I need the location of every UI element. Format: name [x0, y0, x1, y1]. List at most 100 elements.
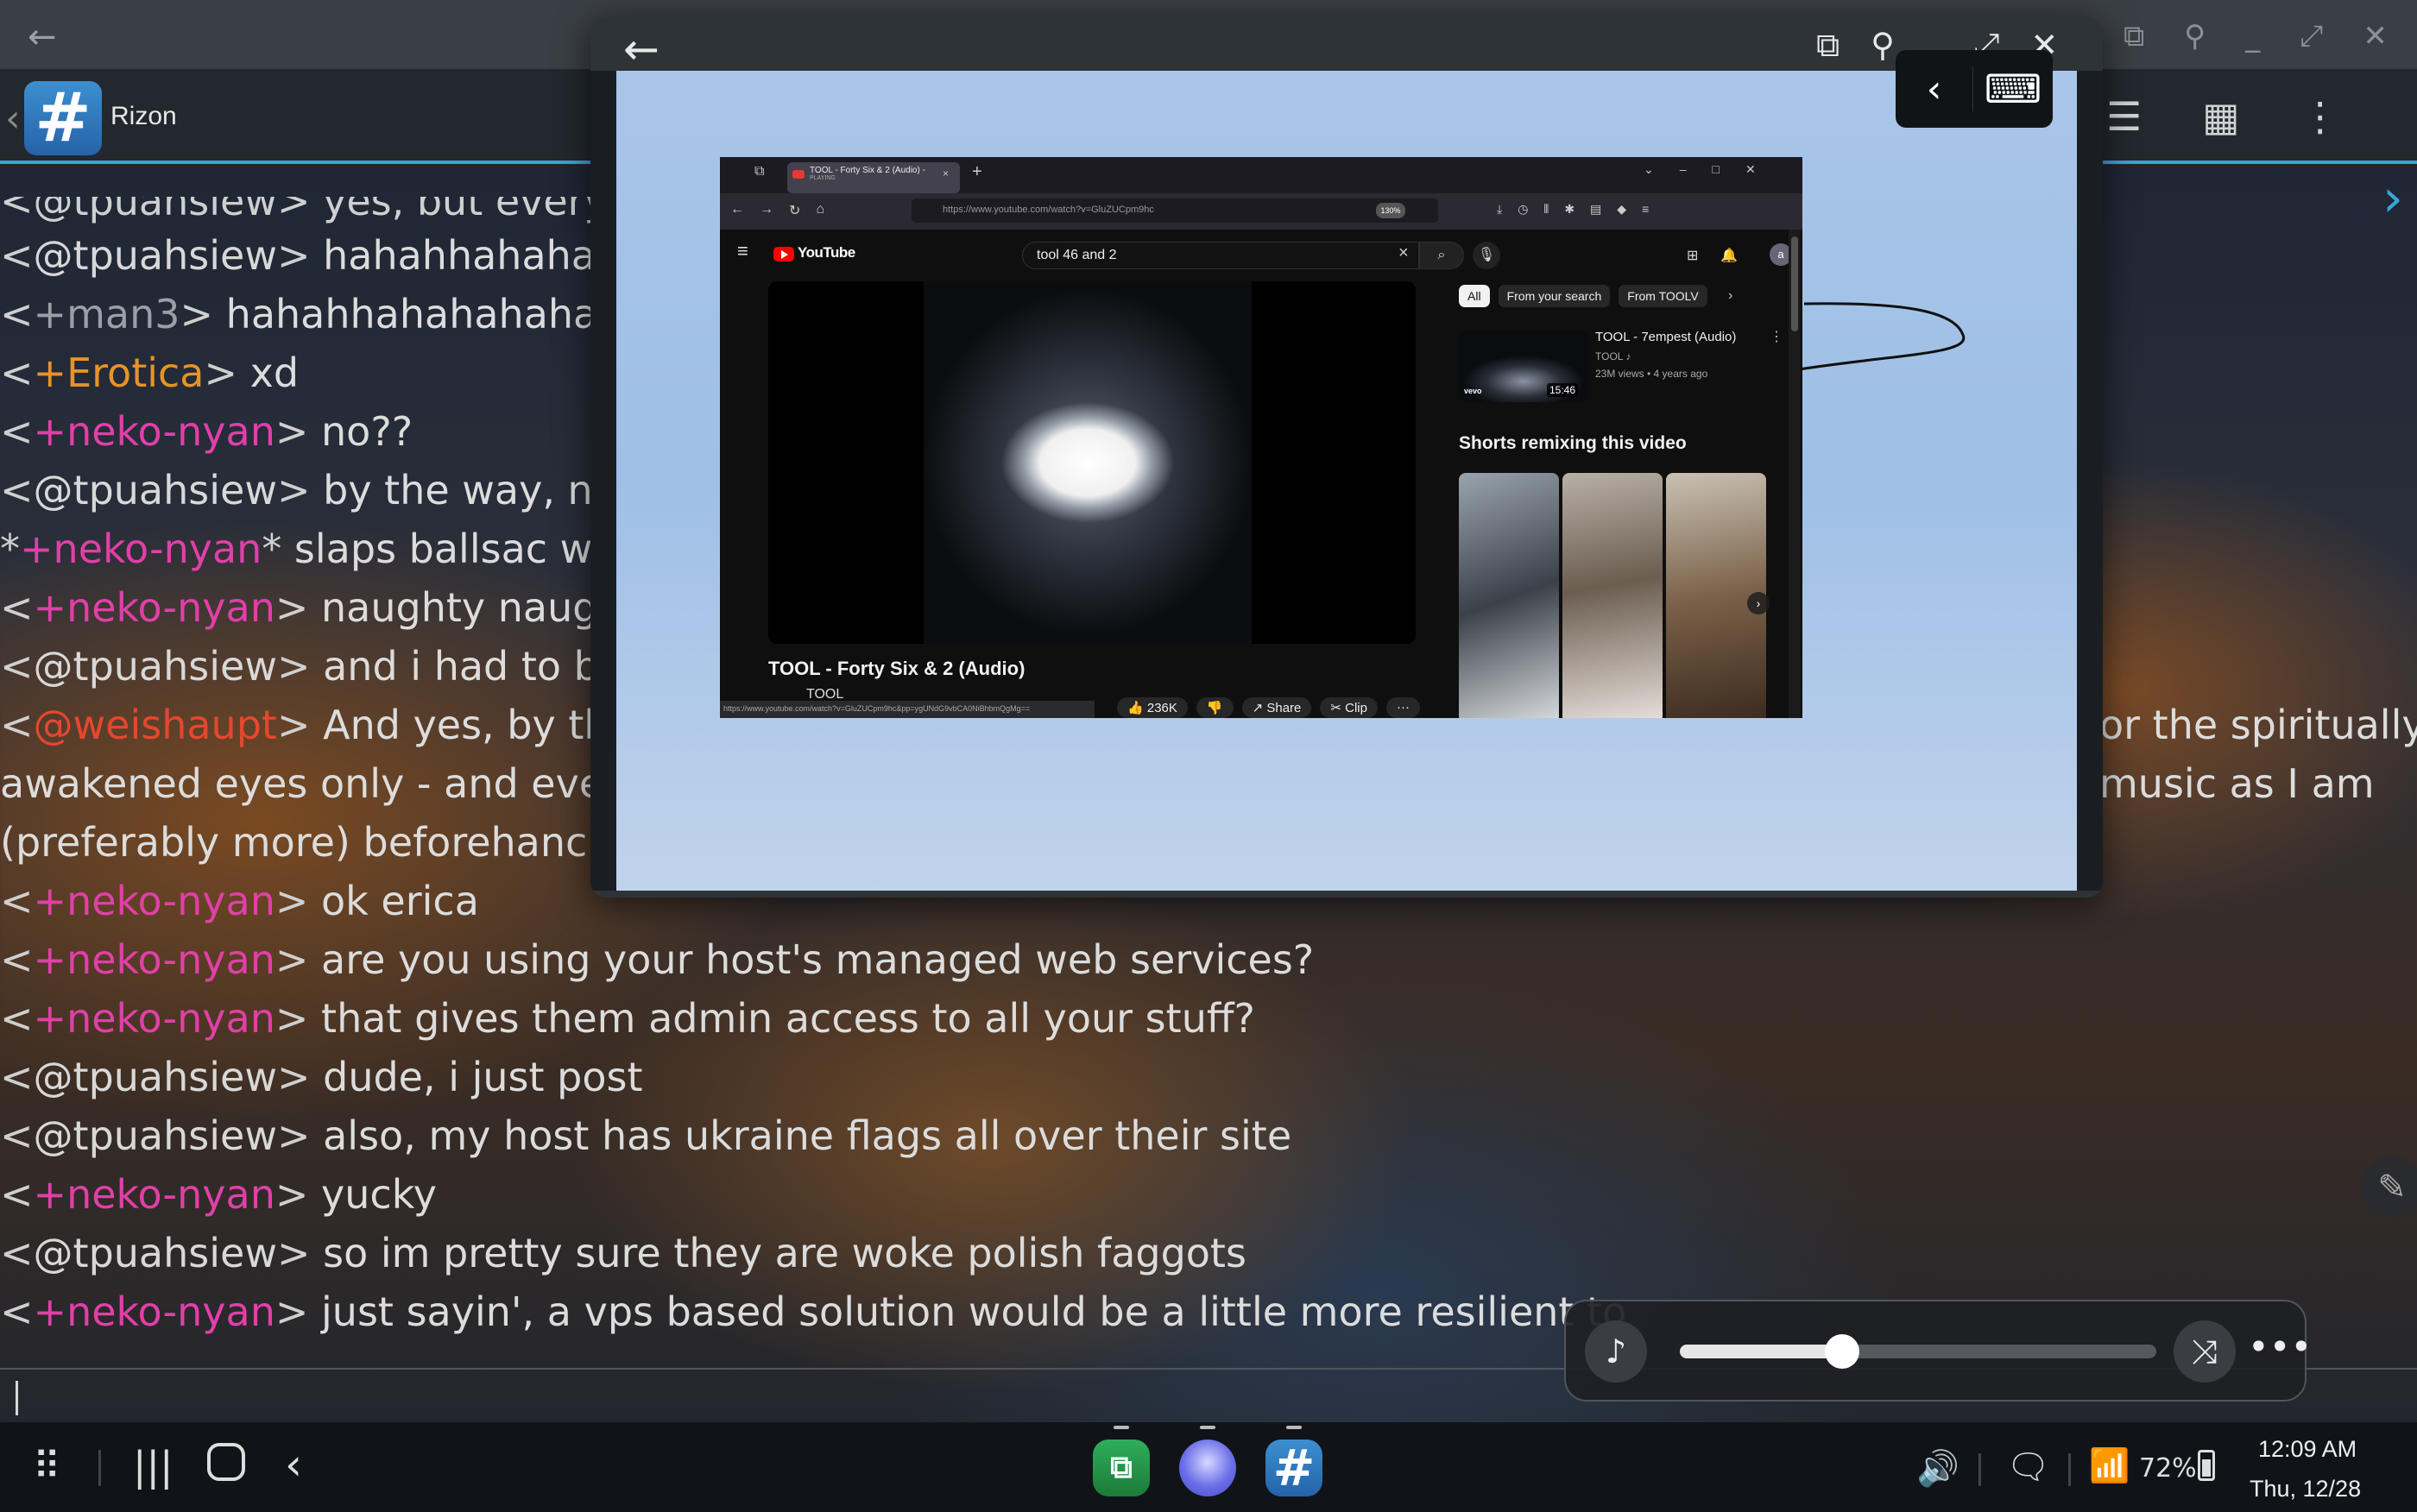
browser-tab[interactable]: TOOL - Forty Six & 2 (Audio) - PLAYING ×: [787, 162, 960, 193]
youtube-logo-icon[interactable]: [773, 247, 794, 261]
nickname[interactable]: +neko-nyan: [34, 936, 275, 983]
nickname[interactable]: @tpuahsiew: [34, 643, 277, 690]
nickname[interactable]: +neko-nyan: [34, 878, 275, 924]
pencil-icon[interactable]: ✎: [2361, 1156, 2417, 1219]
speaker-icon[interactable]: 🔊: [1916, 1448, 1959, 1489]
nick-bracket: >: [275, 936, 309, 983]
short-thumbnail[interactable]: [1562, 473, 1663, 718]
volume-slider-thumb[interactable]: [1825, 1334, 1859, 1369]
remote-toolbar: ‹ ⌨: [1896, 50, 2053, 128]
home-icon[interactable]: ⌂: [816, 202, 824, 219]
arrow-left-icon[interactable]: ←: [623, 24, 659, 74]
browser-app-icon[interactable]: [1179, 1440, 1236, 1496]
chevron-right-icon[interactable]: ›: [1747, 592, 1770, 614]
close-tab-icon[interactable]: ×: [943, 167, 949, 180]
nickname[interactable]: @tpuahsiew: [34, 1054, 277, 1100]
tab-overview-icon[interactable]: ⧉: [754, 164, 764, 180]
hashtag-icon[interactable]: #: [1265, 1440, 1322, 1496]
screenshot-icon[interactable]: ⧉: [1816, 26, 1840, 65]
microphone-icon[interactable]: 🎙: [1473, 242, 1500, 269]
maximize-icon[interactable]: ⤢: [2300, 19, 2323, 54]
nickname[interactable]: +neko-nyan: [34, 1171, 275, 1218]
create-icon[interactable]: ⊞: [1687, 247, 1698, 264]
nickname[interactable]: +man3: [34, 291, 180, 337]
filter-chip[interactable]: From your search: [1498, 285, 1611, 307]
nickname[interactable]: +neko-nyan: [34, 584, 275, 631]
more-options-button[interactable]: •••: [2248, 1326, 2312, 1368]
recommended-channel[interactable]: TOOL ♪: [1595, 350, 1631, 362]
chat-line: <+neko-nyan> yucky: [0, 1165, 2417, 1224]
extension-icon[interactable]: ✱: [1564, 202, 1575, 217]
nickname[interactable]: +Erotica: [34, 350, 205, 396]
pin-icon[interactable]: ⚲: [1871, 26, 1895, 65]
forward-icon[interactable]: →: [760, 202, 773, 219]
home-icon[interactable]: [207, 1443, 245, 1481]
recommended-title[interactable]: TOOL - 7empest (Audio): [1595, 330, 1736, 344]
keyboard-icon[interactable]: ⌨: [1973, 66, 2053, 112]
menu-icon[interactable]: ≡: [1642, 202, 1649, 217]
extension-icon[interactable]: ◆: [1617, 202, 1626, 217]
apps-grid-icon[interactable]: ⠿: [33, 1445, 60, 1489]
share-button[interactable]: ↗ Share: [1241, 697, 1312, 718]
background-back-arrow-icon[interactable]: ←: [28, 17, 57, 57]
music-note-icon[interactable]: ♪: [1585, 1320, 1647, 1383]
dislike-button[interactable]: 👎: [1196, 697, 1234, 718]
overflow-menu-icon[interactable]: ⋮: [2300, 93, 2340, 140]
back-icon[interactable]: ‹: [285, 1440, 302, 1490]
extension-icon[interactable]: ▤: [1590, 202, 1601, 217]
library-icon[interactable]: ⫴: [1543, 202, 1549, 217]
nickname[interactable]: @tpuahsiew: [34, 232, 277, 279]
clock-date[interactable]: Thu, 12/28: [2250, 1476, 2361, 1503]
scrollbar-thumb[interactable]: [1791, 236, 1798, 331]
nickname[interactable]: @weishaupt: [34, 702, 277, 748]
clock-icon[interactable]: ◷: [1518, 202, 1528, 217]
clear-search-icon[interactable]: ×: [1398, 243, 1409, 263]
hamburger-menu-icon[interactable]: ≡: [737, 240, 748, 262]
sliders-icon[interactable]: ☰: [2106, 93, 2142, 140]
nickname[interactable]: +neko-nyan: [34, 1288, 275, 1335]
pin-icon[interactable]: ⚲: [2184, 19, 2206, 54]
grid-icon[interactable]: ▦: [2202, 93, 2239, 140]
recents-icon[interactable]: |||: [133, 1443, 174, 1490]
remote-desktop-app-icon[interactable]: ⧉: [1093, 1440, 1150, 1496]
nickname[interactable]: +neko-nyan: [20, 526, 262, 572]
maximize-icon[interactable]: □: [1713, 162, 1720, 177]
nickname[interactable]: @tpuahsiew: [34, 467, 277, 513]
like-button[interactable]: 👍 236K: [1117, 697, 1188, 718]
drawer-chevron-icon[interactable]: ‹: [5, 97, 21, 141]
short-thumbnail[interactable]: [1459, 473, 1559, 718]
more-actions-button[interactable]: ···: [1385, 697, 1420, 718]
message-icon[interactable]: 🗨: [2006, 1446, 2050, 1487]
shuffle-icon[interactable]: ⤨: [2174, 1320, 2236, 1383]
filter-chip[interactable]: From TOOLV: [1619, 285, 1707, 307]
chevron-right-icon[interactable]: ›: [1728, 288, 1732, 304]
chevron-left-icon[interactable]: ‹: [1896, 66, 1973, 111]
close-icon[interactable]: ✕: [1745, 162, 1756, 177]
filter-chip[interactable]: All: [1459, 285, 1490, 307]
nickname[interactable]: +neko-nyan: [34, 995, 275, 1042]
back-icon[interactable]: ←: [730, 202, 744, 219]
minimize-icon[interactable]: –: [1680, 162, 1687, 177]
close-icon[interactable]: ✕: [2363, 19, 2388, 54]
search-input[interactable]: tool 46 and 2: [1022, 242, 1419, 269]
kebab-menu-icon[interactable]: ⋮: [1770, 328, 1783, 345]
zoom-badge[interactable]: 130%: [1376, 203, 1405, 218]
wifi-icon[interactable]: 📶: [2089, 1446, 2130, 1485]
reload-icon[interactable]: ↻: [789, 202, 800, 219]
search-icon[interactable]: ⌕: [1419, 242, 1464, 269]
bell-icon[interactable]: 🔔: [1720, 247, 1738, 264]
youtube-logo-text[interactable]: YouTube: [798, 244, 855, 261]
minimize-icon[interactable]: _: [2245, 19, 2260, 54]
screenshot-icon[interactable]: ⧉: [2124, 19, 2144, 54]
nickname[interactable]: +neko-nyan: [34, 408, 275, 455]
chevron-down-icon[interactable]: ⌄: [1644, 162, 1654, 177]
url-field[interactable]: https://www.youtube.com/watch?v=GluZUCpm…: [912, 198, 1438, 223]
clip-button[interactable]: ✂ Clip: [1320, 697, 1378, 718]
download-icon[interactable]: ⤓: [1497, 202, 1502, 217]
video-player[interactable]: [768, 281, 1416, 644]
divider: [98, 1450, 101, 1486]
nickname[interactable]: @tpuahsiew: [34, 1112, 277, 1159]
new-tab-button[interactable]: +: [972, 162, 982, 182]
clock-time[interactable]: 12:09 AM: [2258, 1436, 2357, 1463]
nickname[interactable]: @tpuahsiew: [34, 1230, 277, 1276]
